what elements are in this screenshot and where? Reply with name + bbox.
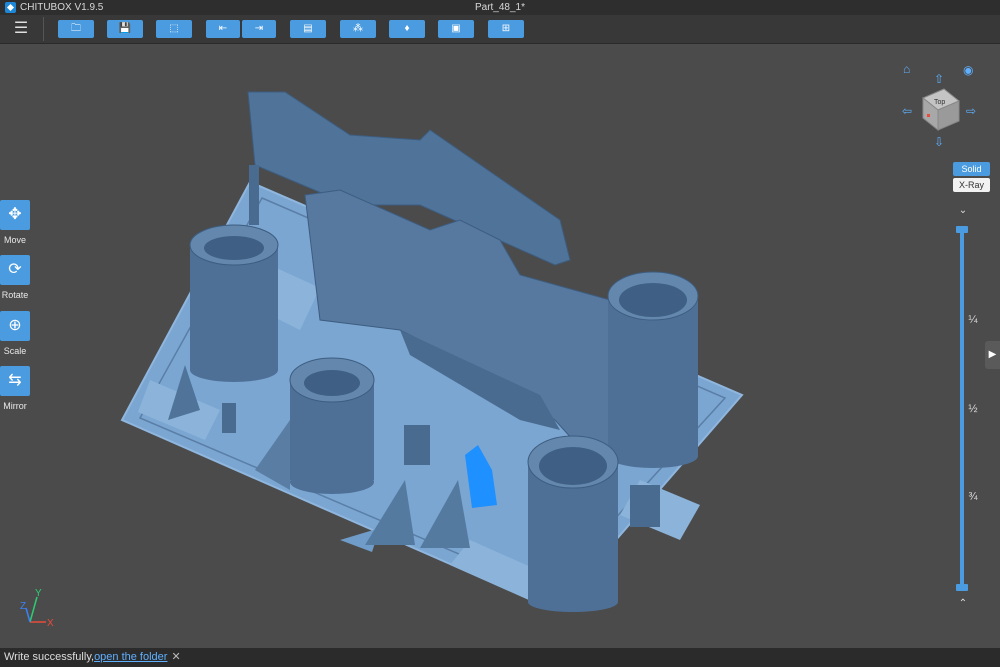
expand-panel-icon[interactable]: ▶ [985, 341, 1000, 369]
mirror-icon: ⇆ [8, 372, 22, 389]
slice-button[interactable]: ⊞ [488, 20, 524, 38]
model-cylinder-right-opening [619, 283, 687, 317]
settings-icon: ▤ [303, 23, 313, 34]
model-cylinder-mid-base [290, 470, 374, 494]
open-folder-link[interactable]: open the folder [94, 651, 167, 663]
folder-icon: 🗀 [71, 23, 81, 34]
arrow-up-icon[interactable]: ⇧ [934, 72, 944, 86]
scale-label: Scale [3, 346, 27, 356]
status-message: Write successfully, [4, 651, 95, 663]
arrow-down-icon[interactable]: ⇩ [934, 135, 944, 149]
toolbar-divider [43, 17, 44, 41]
rotate-tool-button[interactable]: ⟳ [0, 255, 30, 285]
chevron-down-icon[interactable]: ⌄ [956, 205, 970, 216]
toolbar: ☰ 🗀 💾 ⬚ ⇤ ⇥ ▤ ⁂ ♦ ▣ ⊞ [0, 15, 1000, 44]
layout-icon: ⁂ [353, 23, 363, 34]
settings-button[interactable]: ▤ [290, 20, 326, 38]
axis-x-label: X [47, 618, 54, 629]
status-bar: Write successfully,open the folder ✕ [0, 648, 1000, 667]
scale-tool-button[interactable]: ⊕ [0, 311, 30, 341]
move-tool-button[interactable]: ✥ [0, 200, 30, 230]
support-icon: ♦ [404, 23, 410, 34]
chevron-up-icon[interactable]: ⌃ [956, 598, 970, 609]
hollow-button[interactable]: ▣ [438, 20, 474, 38]
model-pillar [249, 165, 259, 225]
mirror-label: Mirror [3, 401, 27, 411]
document-title: Part_48_1* [474, 2, 526, 13]
model-cylinder-right-base [608, 444, 698, 468]
model-cylinder-front-base [528, 592, 618, 612]
arrow-right-icon[interactable]: ⇨ [966, 104, 976, 118]
slider-mark-quarter: ¼ [968, 314, 978, 326]
xray-mode-button[interactable]: X-Ray [953, 178, 990, 192]
layer-slider-top-handle[interactable] [956, 226, 968, 233]
view-cube-label: Top [934, 99, 945, 106]
solid-mode-button[interactable]: Solid [953, 162, 990, 176]
model-cylinder-left-opening [204, 236, 264, 260]
select-icon: ⬚ [169, 23, 179, 34]
save-icon: 💾 [118, 23, 132, 34]
move-label: Move [3, 235, 26, 245]
save-button[interactable]: 💾 [107, 20, 143, 38]
model-small-part [404, 425, 430, 465]
slider-mark-half: ½ [968, 403, 978, 415]
axis-z-label: Z [20, 601, 26, 612]
select-all-button[interactable]: ⬚ [156, 20, 192, 38]
hamburger-icon[interactable]: ☰ [10, 21, 32, 37]
rotate-icon: ⟳ [8, 261, 22, 278]
slider-mark-three-quarters: ¾ [968, 491, 978, 503]
model-cylinder-mid-opening [304, 370, 360, 396]
model-small-part [222, 403, 236, 433]
home-view-icon[interactable]: ⌂ [903, 62, 910, 76]
export-button[interactable]: ⇥ [242, 20, 276, 38]
export-icon: ⇥ [254, 23, 264, 34]
close-icon[interactable]: ✕ [171, 651, 180, 663]
3d-viewport[interactable]: X Y Z [0, 44, 1000, 648]
slice-icon: ⊞ [501, 23, 511, 34]
move-icon: ✥ [8, 206, 22, 223]
auto-layout-button[interactable]: ⁂ [340, 20, 376, 38]
import-icon: ⇤ [218, 23, 228, 34]
mirror-tool-button[interactable]: ⇆ [0, 366, 30, 396]
hollow-icon: ▣ [451, 23, 461, 34]
support-button[interactable]: ♦ [389, 20, 425, 38]
view-cube-corner-icon [927, 114, 930, 117]
axis-y-label: Y [35, 588, 42, 599]
layer-slider-bottom-handle[interactable] [956, 584, 968, 591]
import-button[interactable]: ⇤ [206, 20, 240, 38]
title-bar: CHITUBOX V1.9.5 Part_48_1* [0, 0, 1000, 15]
open-file-button[interactable]: 🗀 [58, 20, 94, 38]
rotate-label: Rotate [1, 290, 29, 300]
arrow-left-icon[interactable]: ⇦ [902, 104, 912, 118]
model-cylinder-left-base [190, 358, 278, 382]
eye-icon[interactable]: ◉ [963, 63, 973, 77]
scene-render[interactable]: X Y Z [0, 44, 1000, 648]
model-small-part [630, 485, 660, 527]
model-cylinder-front-opening [539, 447, 607, 485]
axis-z-line [25, 607, 31, 623]
view-cube[interactable]: Top [918, 86, 964, 134]
axis-y-line [29, 596, 38, 623]
scale-icon: ⊕ [8, 317, 22, 334]
